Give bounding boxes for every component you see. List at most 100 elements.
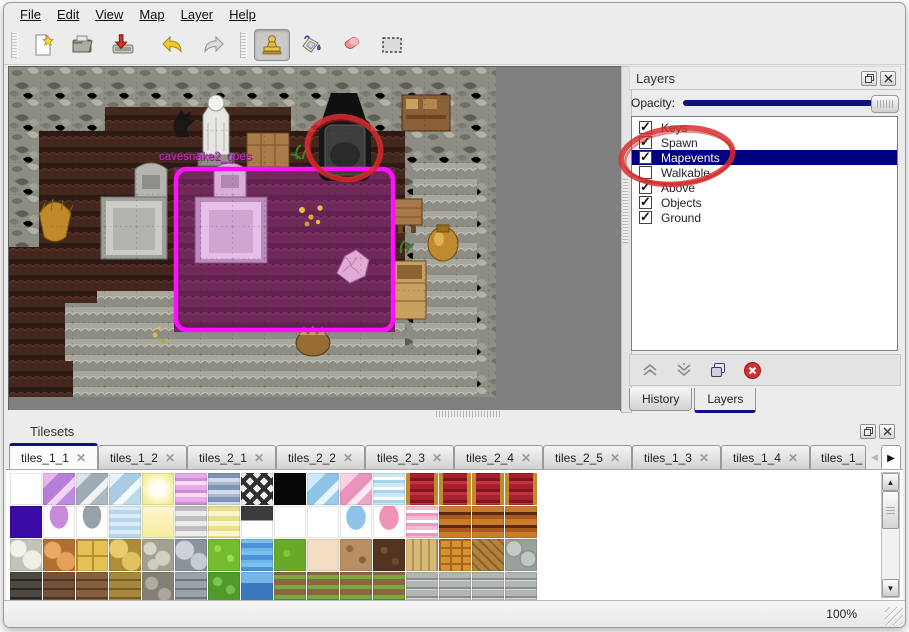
tile-plaque-dark[interactable] [241,506,273,538]
tile-glass-gray[interactable] [76,473,108,505]
tile-planks-tan[interactable] [406,539,438,571]
tile-white[interactable] [274,506,306,538]
layer-row-ground[interactable]: Ground [632,210,897,225]
tilesets-close-button[interactable] [879,424,895,439]
close-tab-icon[interactable]: ✕ [788,451,798,465]
tile-glass-pink[interactable] [340,473,372,505]
close-tab-icon[interactable]: ✕ [521,451,531,465]
tile-wood-stripes[interactable] [505,506,537,538]
tile-stone-yellow[interactable] [109,539,141,571]
undo-button[interactable] [155,29,191,61]
map-horizontal-scrollbar[interactable] [8,410,620,418]
tile-brick-orange[interactable] [439,539,471,571]
layer-checkbox-walkable[interactable] [639,166,652,179]
layer-row-walkable[interactable]: Walkable [632,165,897,180]
tile-black[interactable] [274,473,306,505]
tile-blob-pink[interactable] [373,506,405,538]
layer-checkbox-spawn[interactable] [639,136,652,149]
tileset-tab-tiles_2_5[interactable]: tiles_2_5✕ [543,445,632,470]
map-canvas[interactable]: cavesnake2_goes cavesnake2_goes [8,66,622,411]
tile-water-blue[interactable] [241,539,273,571]
menu-view[interactable]: View [87,5,131,24]
layer-checkbox-objects[interactable] [639,196,652,209]
eraser-tool-button[interactable] [334,29,370,61]
layer-row-keys[interactable]: Keys [632,120,897,135]
tileset-tab-tiles_1_3[interactable]: tiles_1_3✕ [632,445,721,470]
layers-list[interactable]: KeysSpawnMapeventsWalkableAboveObjectsGr… [631,116,898,351]
tab-layers[interactable]: Layers [694,388,756,413]
tile-stones-gray[interactable] [175,539,207,571]
tile-grass-green[interactable] [274,539,306,571]
opacity-slider-handle[interactable] [871,95,899,113]
palette-scroll-thumb[interactable] [882,491,899,529]
menu-edit[interactable]: Edit [49,5,87,24]
close-tab-icon[interactable]: ✕ [343,451,353,465]
tile-stripes-purple[interactable] [175,473,207,505]
tileset-tab-tiles_1_1[interactable]: tiles_1_1✕ [9,443,98,470]
tile-dirt-spotted[interactable] [340,539,372,571]
close-tab-icon[interactable]: ✕ [165,451,175,465]
open-file-button[interactable] [65,29,101,61]
close-tab-icon[interactable]: ✕ [254,451,264,465]
close-tab-icon[interactable]: ✕ [610,451,620,465]
tileset-tab-tiles_1_[interactable]: tiles_1_ [810,445,866,470]
layer-row-above[interactable]: Above [632,180,897,195]
map-hscroll-grip[interactable] [436,411,502,417]
toolbar-drag-handle[interactable] [11,32,18,58]
tile-stone-orange[interactable] [43,539,75,571]
tab-history[interactable]: History [629,388,692,411]
select-tool-button[interactable] [374,29,410,61]
stamp-tool-button[interactable] [254,29,290,61]
tile-white[interactable] [307,506,339,538]
menu-file[interactable]: File [12,5,49,24]
tile-indigo[interactable] [10,506,42,538]
palette-scroll-up-button[interactable]: ▲ [882,473,899,491]
tilesets-float-button[interactable] [860,424,876,439]
menu-help[interactable]: Help [221,5,264,24]
tile-glass-purple[interactable] [43,473,75,505]
tile-tile-yellow[interactable] [76,539,108,571]
close-tab-icon[interactable]: ✕ [76,451,86,465]
new-file-button[interactable] [25,29,61,61]
redo-button[interactable] [195,29,231,61]
lower-layer-button[interactable] [672,358,696,382]
tileset-tab-tiles_2_3[interactable]: tiles_2_3✕ [365,445,454,470]
tile-blob-sky[interactable] [340,506,372,538]
layer-checkbox-ground[interactable] [639,211,652,224]
palette-scrollbar[interactable]: ▲ ▼ [881,472,900,598]
tile-water-light[interactable] [109,506,141,538]
palette-scroll-down-button[interactable]: ▼ [882,579,899,597]
menu-map[interactable]: Map [131,5,172,24]
layer-checkbox-above[interactable] [639,181,652,194]
tile-stripes-yellow[interactable] [208,506,240,538]
tile-stripes-pink[interactable] [406,506,438,538]
raise-layer-button[interactable] [638,358,662,382]
tile-grass-bright[interactable] [208,539,240,571]
tile-herringbone[interactable] [472,539,504,571]
duplicate-layer-button[interactable] [706,358,730,382]
tile-wood-stripes[interactable] [439,506,471,538]
close-tab-icon[interactable]: ✕ [699,451,709,465]
tile-stripes-gray[interactable] [175,506,207,538]
tile-pebbles[interactable] [142,539,174,571]
tab-scroll-right-button[interactable]: ▶ [881,445,901,472]
tileset-tab-tiles_2_1[interactable]: tiles_2_1✕ [187,445,276,470]
opacity-slider[interactable] [683,95,899,111]
tileset-tab-tiles_2_2[interactable]: tiles_2_2✕ [276,445,365,470]
layer-checkbox-keys[interactable] [639,121,652,134]
tab-scroll-left-button[interactable]: ◀ [868,445,881,470]
tileset-tab-tiles_1_2[interactable]: tiles_1_2✕ [98,445,187,470]
layer-row-spawn[interactable]: Spawn [632,135,897,150]
layer-row-objects[interactable]: Objects [632,195,897,210]
toolbar-drag-handle-2[interactable] [240,32,247,58]
menu-layer[interactable]: Layer [173,5,222,24]
layer-checkbox-mapevents[interactable] [639,151,652,164]
layers-float-button[interactable] [861,71,877,86]
layer-row-mapevents[interactable]: Mapevents [632,150,897,165]
tileset-tab-tiles_2_4[interactable]: tiles_2_4✕ [454,445,543,470]
tile-stone-white[interactable] [10,539,42,571]
close-tab-icon[interactable]: ✕ [432,451,442,465]
layers-close-button[interactable] [880,71,896,86]
opacity-slider-track[interactable] [683,100,897,106]
tile-sand[interactable] [307,539,339,571]
